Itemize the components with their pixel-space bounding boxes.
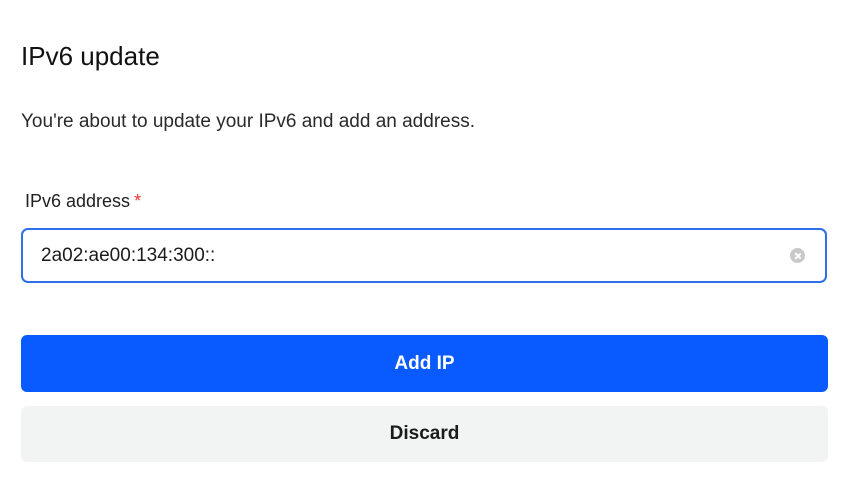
ipv6-address-label: IPv6 address * <box>25 188 141 214</box>
ipv6-address-label-text: IPv6 address <box>25 191 131 211</box>
ipv6-address-field[interactable] <box>21 228 827 283</box>
clear-input-icon[interactable] <box>790 248 805 263</box>
ipv6-update-dialog: IPv6 update You're about to update your … <box>0 0 848 485</box>
add-ip-button[interactable]: Add IP <box>21 335 828 392</box>
dialog-description: You're about to update your IPv6 and add… <box>21 111 475 132</box>
ipv6-address-input[interactable] <box>41 230 781 281</box>
required-asterisk: * <box>134 191 142 211</box>
dialog-title: IPv6 update <box>21 41 160 71</box>
discard-button[interactable]: Discard <box>21 406 828 462</box>
